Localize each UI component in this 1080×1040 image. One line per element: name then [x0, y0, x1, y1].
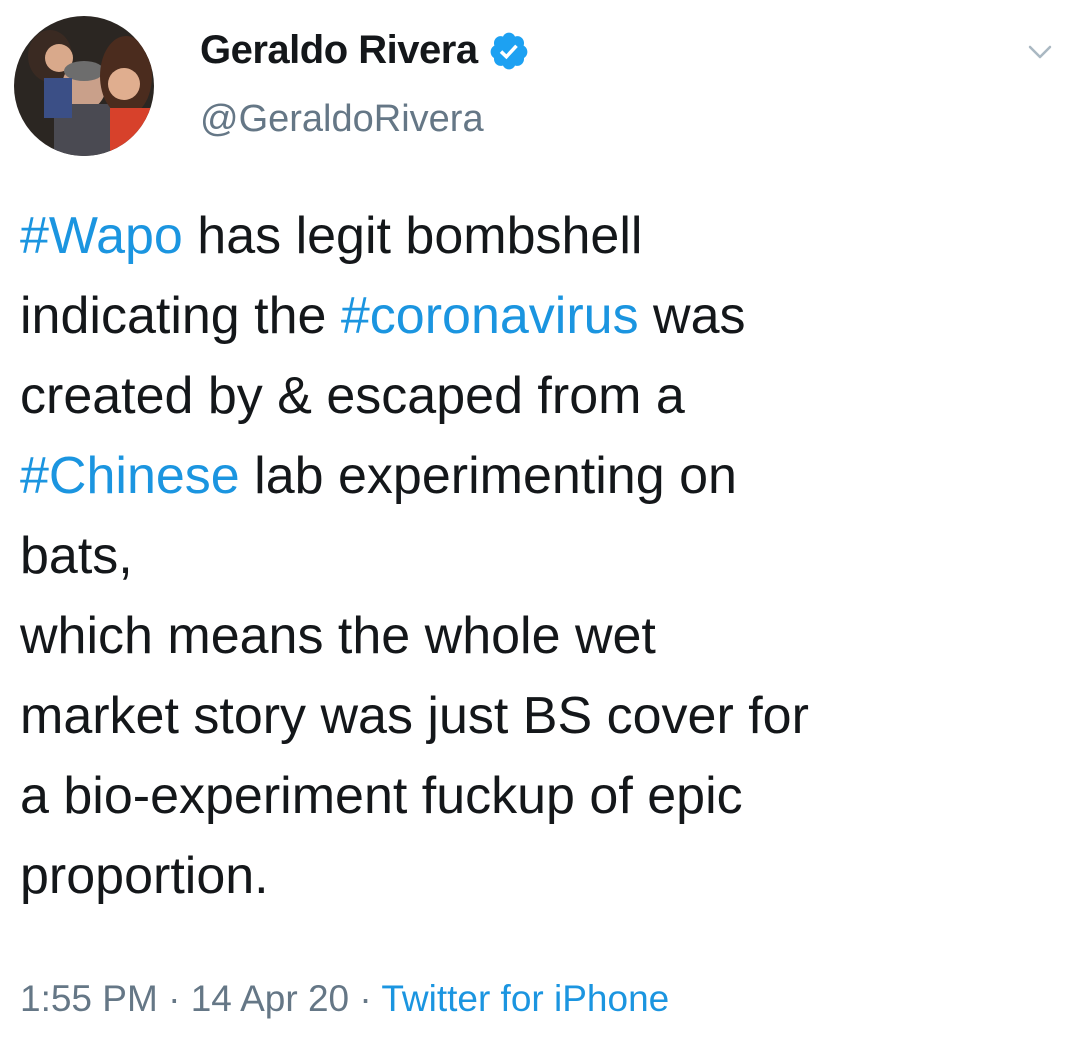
- tweet-text-line: a bio-experiment fuckup of epic: [20, 756, 1070, 836]
- tweet-text-line: bats,: [20, 516, 1070, 596]
- author-handle[interactable]: @GeraldoRivera: [200, 98, 484, 141]
- tweet-text-line: #Wapo has legit bombshell: [20, 196, 1070, 276]
- tweet-text-line: proportion.: [20, 836, 1070, 916]
- tweet-text-segment: created by & escaped from a: [20, 367, 685, 425]
- avatar-photo: [14, 16, 154, 156]
- hashtag-link[interactable]: #Wapo: [20, 207, 183, 265]
- tweet-text-segment: bats,: [20, 527, 133, 585]
- author-display-name[interactable]: Geraldo Rivera: [200, 28, 478, 73]
- hashtag-link[interactable]: #Chinese: [20, 447, 240, 505]
- tweet-text-line: indicating the #coronavirus was: [20, 276, 1070, 356]
- tweet-card: Geraldo Rivera @GeraldoRivera #Wapo has …: [0, 0, 1080, 1040]
- tweet-text-segment: lab experimenting on: [239, 447, 737, 505]
- author-name-row: Geraldo Rivera: [200, 28, 530, 73]
- tweet-text-line: which means the whole wet: [20, 596, 1070, 676]
- tweet-time[interactable]: 1:55 PM: [20, 978, 158, 1019]
- hashtag-link[interactable]: #coronavirus: [341, 287, 639, 345]
- tweet-date[interactable]: 14 Apr 20: [191, 978, 349, 1019]
- tweet-text-segment: a bio-experiment fuckup of epic: [20, 767, 743, 825]
- tweet-text-segment: market story was just BS cover for: [20, 687, 809, 745]
- tweet-text-segment: was: [638, 287, 746, 345]
- tweet-text-line: market story was just BS cover for: [20, 676, 1070, 756]
- tweet-text-segment: which means the whole wet: [20, 607, 656, 665]
- meta-separator: ·: [157, 978, 191, 1019]
- verified-badge-icon: [488, 30, 530, 72]
- tweet-meta: 1:55 PM · 14 Apr 20 · Twitter for iPhone: [20, 978, 669, 1020]
- tweet-text-line: created by & escaped from a: [20, 356, 1070, 436]
- tweet-text-segment: has legit bombshell: [182, 207, 643, 265]
- meta-separator: ·: [349, 978, 382, 1019]
- tweet-text-segment: indicating the: [20, 287, 341, 345]
- avatar[interactable]: [14, 16, 154, 156]
- tweet-text: #Wapo has legit bombshell indicating the …: [20, 196, 1070, 916]
- chevron-down-icon[interactable]: [1020, 32, 1060, 72]
- tweet-text-segment: proportion.: [20, 847, 269, 905]
- tweet-source-link[interactable]: Twitter for iPhone: [381, 978, 669, 1019]
- tweet-text-line: #Chinese lab experimenting on: [20, 436, 1070, 516]
